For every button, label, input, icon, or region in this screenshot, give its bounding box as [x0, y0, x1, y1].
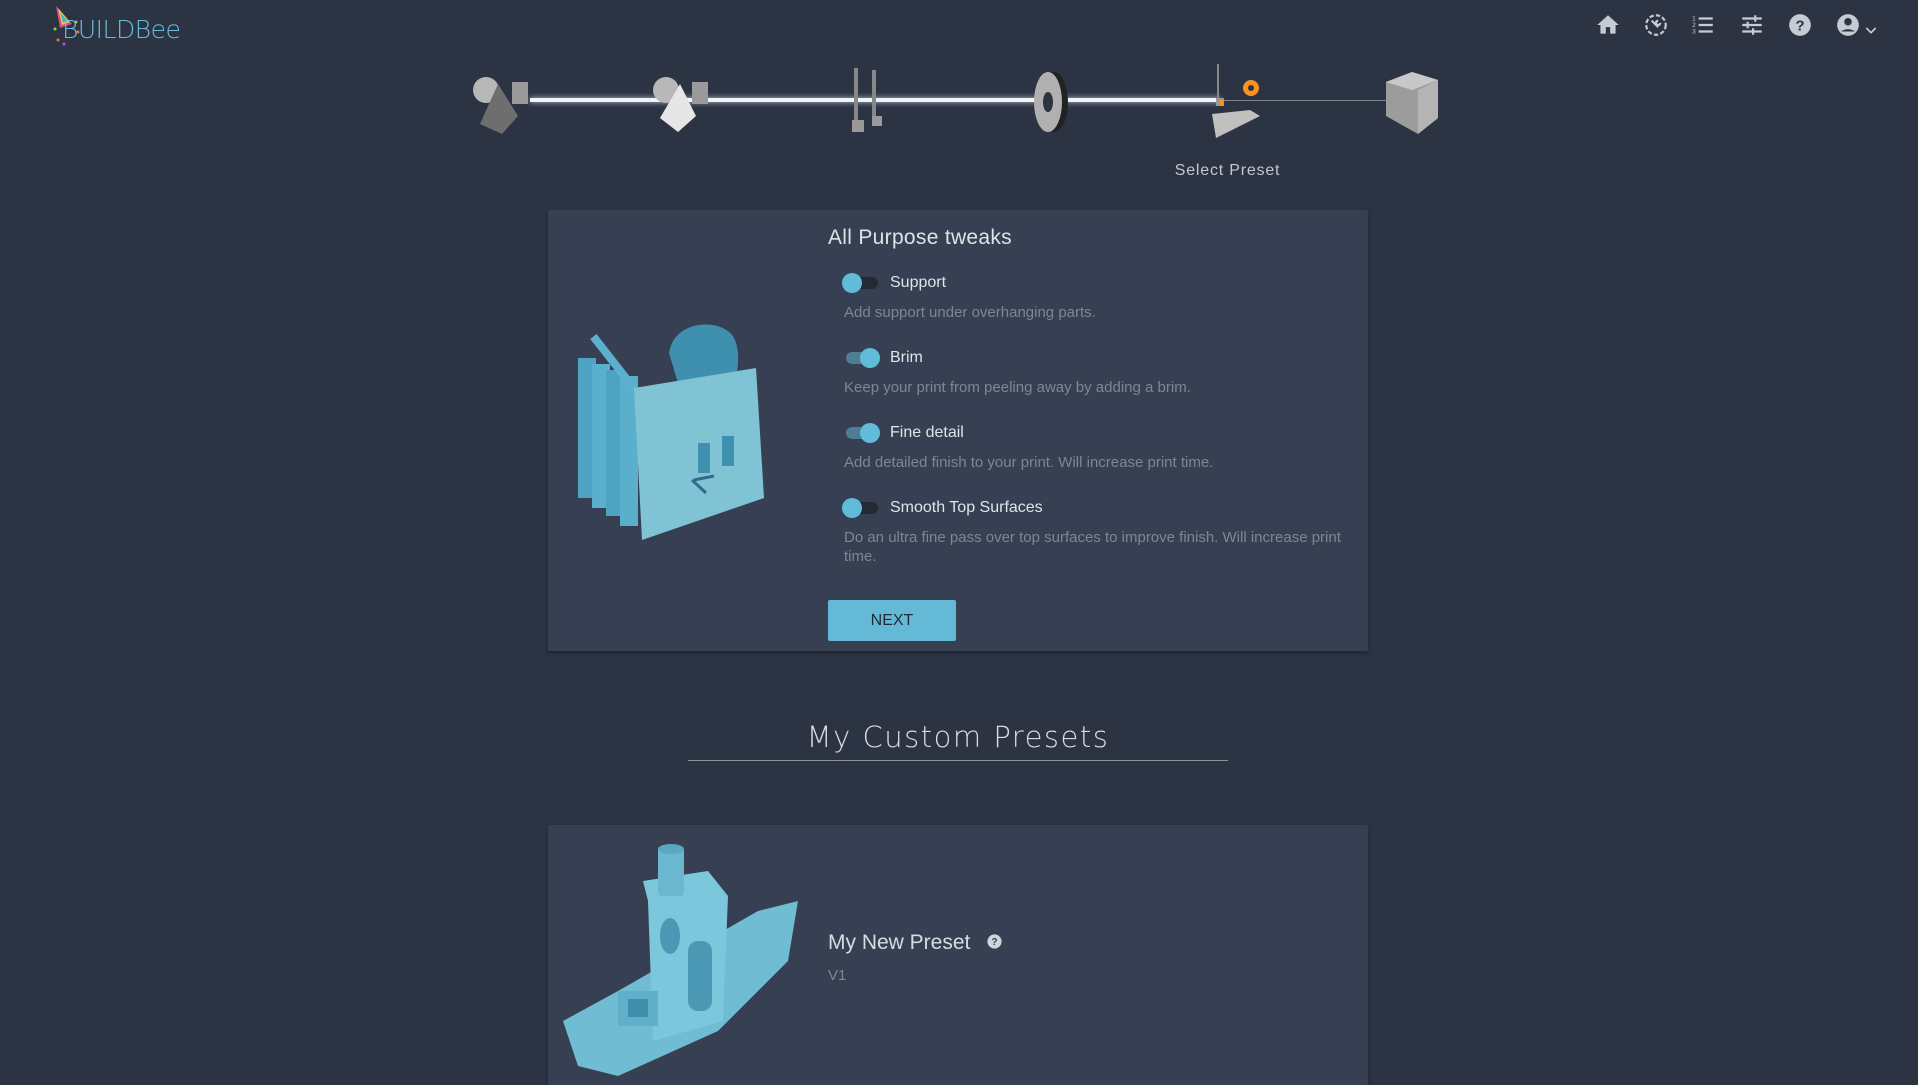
preset-boat-image	[563, 844, 798, 1076]
option-description: Do an ultra fine pass over top surfaces …	[844, 529, 1341, 565]
preset-version: V1	[828, 967, 847, 984]
support-toggle[interactable]	[842, 273, 880, 293]
all-purpose-tweaks-card: All Purpose tweaks Support Add support u…	[548, 210, 1368, 651]
custom-presets-heading: My Custom Presets	[806, 720, 1110, 754]
heading-divider	[688, 760, 1228, 761]
option-description: Add support under overhanging parts.	[844, 304, 1096, 321]
sliders-icon[interactable]	[1739, 12, 1765, 38]
preset-model-image	[578, 324, 764, 540]
chevron-down-icon	[1865, 27, 1877, 34]
account-menu[interactable]	[1835, 12, 1881, 38]
option-label: Support	[890, 274, 947, 291]
logo-text: BUILDBee	[62, 15, 181, 44]
brim-toggle[interactable]	[842, 348, 880, 368]
custom-preset-card[interactable]: My New Preset ? V1	[548, 825, 1368, 1085]
fine-detail-toggle[interactable]	[842, 423, 880, 443]
preset-name: My New Preset	[828, 931, 971, 954]
current-step-label: Select Preset	[1174, 162, 1281, 179]
option-label: Smooth Top Surfaces	[890, 499, 1043, 516]
svg-text:?: ?	[1795, 17, 1804, 34]
step-models[interactable]	[468, 62, 548, 142]
list-numbered-icon[interactable]: 123	[1690, 12, 1716, 38]
option-label: Brim	[890, 349, 923, 366]
tweaks-title: All Purpose tweaks	[828, 226, 1012, 249]
help-icon[interactable]: ?	[1787, 12, 1813, 38]
step-select-preset[interactable]	[1190, 62, 1270, 142]
help-icon[interactable]: ?	[986, 933, 1003, 950]
step-arrange[interactable]	[648, 62, 728, 142]
maintenance-icon[interactable]	[1643, 12, 1669, 38]
svg-text:?: ?	[991, 937, 997, 948]
svg-text:3: 3	[1692, 29, 1696, 36]
step-material[interactable]	[1008, 62, 1088, 142]
smooth-top-surfaces-toggle[interactable]	[842, 498, 880, 518]
option-description: Add detailed finish to your print. Will …	[844, 454, 1214, 471]
next-button[interactable]: NEXT	[828, 600, 956, 641]
option-description: Keep your print from peeling away by add…	[844, 379, 1191, 396]
account-icon	[1837, 14, 1859, 36]
option-label: Fine detail	[890, 424, 964, 441]
step-slice[interactable]	[1372, 62, 1452, 142]
home-icon[interactable]	[1595, 12, 1621, 38]
step-printer[interactable]	[828, 62, 908, 142]
